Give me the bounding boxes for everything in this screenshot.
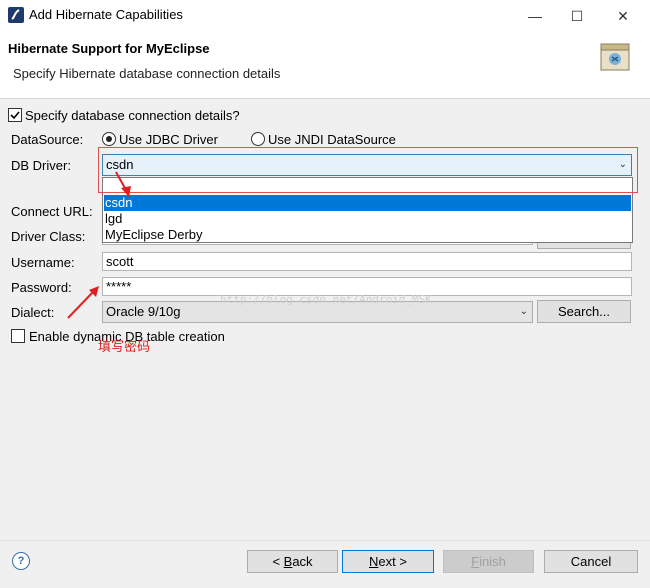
annotation-arrows — [67, 171, 131, 319]
next-mnemonic: N — [369, 554, 379, 569]
back-button[interactable]: < Back — [247, 550, 338, 573]
finish-mnemonic: F — [471, 554, 480, 569]
finish-button[interactable]: Finish — [443, 550, 534, 573]
next-rest: ext > — [378, 554, 407, 569]
finish-rest: inish — [479, 554, 506, 569]
back-rest: ack — [292, 554, 313, 569]
back-prefix: < — [272, 554, 284, 569]
arrow-to-dropdown-icon — [115, 171, 131, 197]
help-icon[interactable]: ? — [12, 552, 30, 570]
footer-divider — [0, 540, 650, 541]
arrow-to-password-icon — [67, 286, 99, 319]
cancel-button[interactable]: Cancel — [544, 550, 638, 573]
next-button[interactable]: Next > — [342, 550, 434, 573]
